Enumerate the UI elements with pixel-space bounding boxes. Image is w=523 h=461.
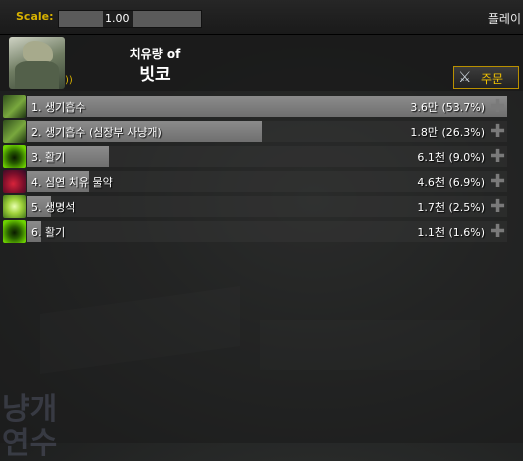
spell-amount: 1.1천 (1.6%) xyxy=(417,226,485,239)
character-portrait xyxy=(9,37,65,89)
background-text: 냥개 연수 xyxy=(2,392,58,461)
character-name: 빗코 xyxy=(139,65,171,85)
expand-plus-icon[interactable]: ✚ xyxy=(488,147,507,166)
drain-life-icon xyxy=(3,120,26,143)
scale-label: Scale: xyxy=(16,10,54,23)
speaker-icon: )) xyxy=(65,75,73,86)
spell-amount: 3.6만 (53.7%) xyxy=(410,101,485,114)
spell-row[interactable]: 2. 생기흡수 (심장부 사냥개) 1.8만 (26.3%) ✚ xyxy=(3,120,507,143)
vigor-icon xyxy=(3,145,26,168)
scale-slider[interactable]: 1.00 xyxy=(58,10,202,28)
expand-plus-icon[interactable]: ✚ xyxy=(488,97,507,116)
expand-plus-icon[interactable]: ✚ xyxy=(488,122,507,141)
spell-name: 1. 생기흡수 xyxy=(31,101,86,114)
player-tab[interactable]: 플레이 xyxy=(488,10,521,27)
top-bar: Scale: 1.00 플레이 xyxy=(0,0,523,35)
expand-plus-icon[interactable]: ✚ xyxy=(488,197,507,216)
spell-row[interactable]: 4. 심연 치유 물약 4.6천 (6.9%) ✚ xyxy=(3,170,507,193)
spell-amount: 6.1천 (9.0%) xyxy=(417,151,485,164)
healthstone-icon xyxy=(3,195,26,218)
expand-plus-icon[interactable]: ✚ xyxy=(488,172,507,191)
spell-name: 3. 활기 xyxy=(31,151,66,164)
spell-row[interactable]: 5. 생명석 1.7천 (2.5%) ✚ xyxy=(3,195,507,218)
spell-row[interactable]: 6. 활기 1.1천 (1.6%) ✚ xyxy=(3,220,507,243)
spell-order-label: 주문 xyxy=(481,72,504,86)
healing-potion-icon xyxy=(3,170,26,193)
spell-amount: 1.8만 (26.3%) xyxy=(410,126,485,139)
spell-row[interactable]: 3. 활기 6.1천 (9.0%) ✚ xyxy=(3,145,507,168)
meter-header: )) 치유량 of 빗코 ⚔ 주문 xyxy=(0,35,523,91)
vigor-icon xyxy=(3,220,26,243)
spell-name: 4. 심연 치유 물약 xyxy=(31,176,113,189)
expand-plus-icon[interactable]: ✚ xyxy=(488,222,507,241)
spell-amount: 4.6천 (6.9%) xyxy=(417,176,485,189)
spell-name: 2. 생기흡수 (심장부 사냥개) xyxy=(31,126,162,139)
spell-name: 6. 활기 xyxy=(31,226,66,239)
spell-row[interactable]: 1. 생기흡수 3.6만 (53.7%) ✚ xyxy=(3,95,507,118)
spell-amount: 1.7천 (2.5%) xyxy=(417,201,485,214)
healing-meter-window: )) 치유량 of 빗코 ⚔ 주문 1. 생기흡수 3.6만 (53.7%) ✚ 2.… xyxy=(0,35,523,461)
spell-name: 5. 생명석 xyxy=(31,201,76,214)
crossed-swords-icon: ⚔ xyxy=(458,68,472,86)
scale-value: 1.00 xyxy=(105,12,130,25)
spell-order-button[interactable]: ⚔ 주문 xyxy=(453,66,519,89)
drain-life-icon xyxy=(3,95,26,118)
